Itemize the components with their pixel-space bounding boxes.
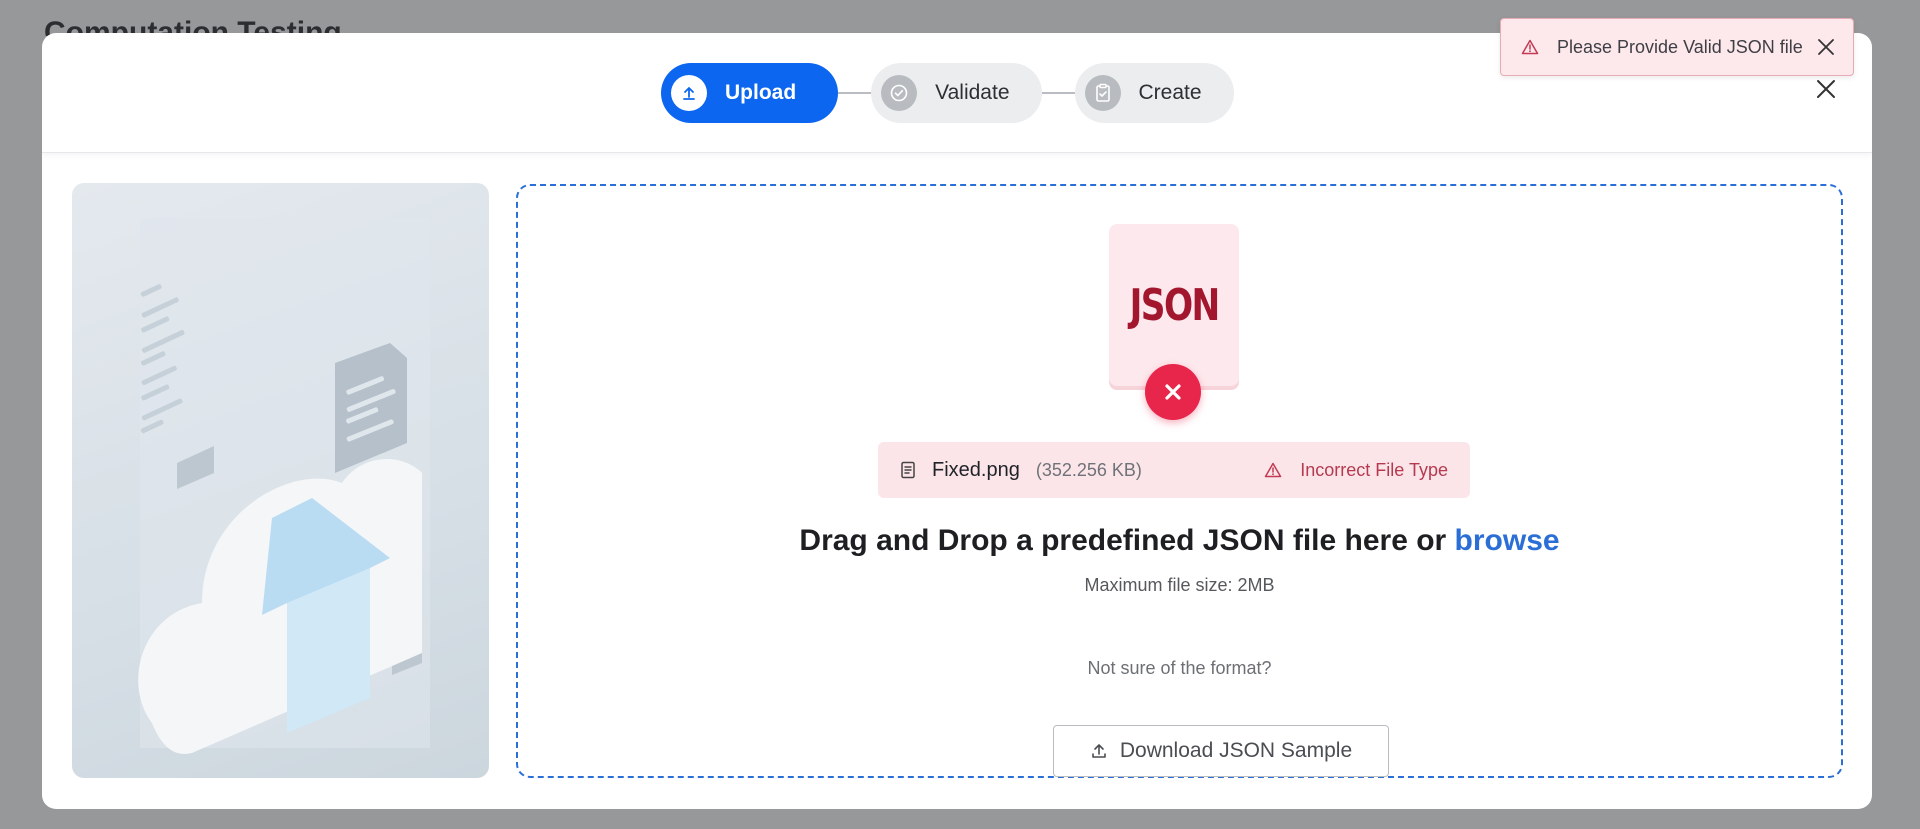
dropzone-heading: Drag and Drop a predefined JSON file her…: [518, 524, 1841, 558]
stepper: Upload Validate Create: [661, 63, 1234, 123]
upload-modal: Upload Validate Create JSON Fixed.png (3…: [42, 33, 1872, 809]
step-connector: [1041, 92, 1075, 94]
file-name: Fixed.png: [932, 458, 1020, 481]
close-icon[interactable]: [1816, 79, 1836, 99]
download-sample-button[interactable]: Download JSON Sample: [1053, 725, 1389, 777]
upload-icon: [671, 75, 707, 111]
warning-triangle-icon: [1521, 39, 1539, 55]
clipboard-check-icon: [1084, 75, 1121, 111]
error-x-icon: [1145, 364, 1201, 420]
step-validate-label: Validate: [935, 81, 1010, 104]
download-sample-label: Download JSON Sample: [1119, 739, 1353, 762]
step-create-label: Create: [1138, 81, 1202, 104]
step-upload[interactable]: Upload: [661, 63, 839, 123]
error-toast: Please Provide Valid JSON file: [1500, 18, 1854, 76]
step-connector: [838, 92, 872, 94]
json-file-icon-label: JSON: [1129, 279, 1220, 331]
toast-close-icon[interactable]: [1817, 38, 1835, 56]
step-upload-label: Upload: [725, 81, 797, 104]
step-create[interactable]: Create: [1074, 63, 1234, 123]
toast-message: Please Provide Valid JSON file: [1557, 36, 1803, 57]
format-hint: Not sure of the format?: [1087, 658, 1272, 678]
upload-arrow-icon: [1090, 742, 1108, 760]
file-dropzone[interactable]: JSON Fixed.png (352.256 KB) Incorrect Fi…: [516, 184, 1843, 778]
selected-file-row: Fixed.png (352.256 KB) Incorrect File Ty…: [878, 442, 1470, 498]
document-icon: [900, 461, 916, 479]
check-circle-icon: [881, 75, 918, 111]
file-size: (352.256 KB): [1035, 459, 1142, 480]
browse-link[interactable]: browse: [1455, 524, 1560, 557]
dropzone-heading-text: Drag and Drop a predefined JSON file her…: [799, 524, 1455, 557]
json-file-icon: JSON: [1109, 224, 1239, 386]
upload-illustration: [72, 183, 489, 778]
warning-triangle-icon: [1264, 462, 1282, 478]
file-error-text: Incorrect File Type: [1300, 459, 1448, 480]
file-error: Incorrect File Type: [1264, 460, 1448, 481]
step-validate[interactable]: Validate: [871, 63, 1042, 123]
max-file-size: Maximum file size: 2MB: [1084, 575, 1275, 595]
